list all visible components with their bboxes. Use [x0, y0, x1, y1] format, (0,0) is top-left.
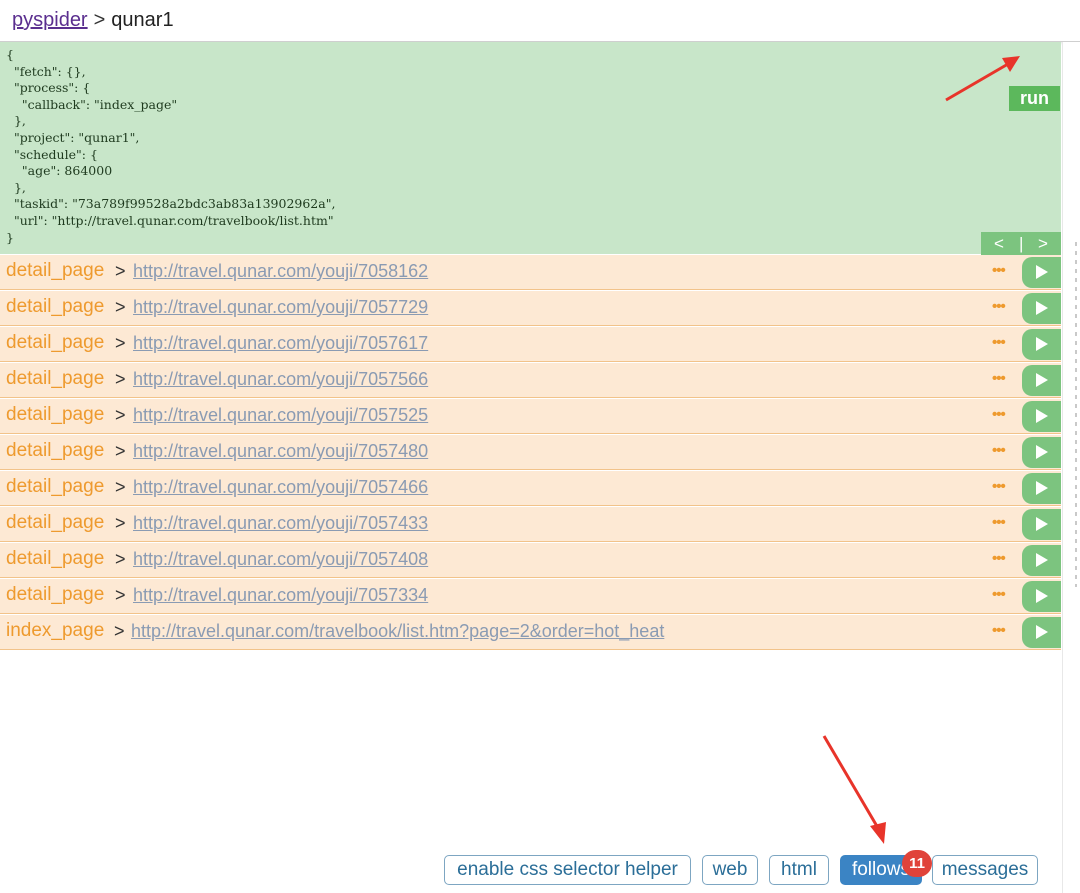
follow-url-link[interactable]: http://travel.qunar.com/youji/7057480 — [133, 441, 428, 462]
ellipsis-icon[interactable]: ••• — [992, 550, 1006, 567]
ellipsis-icon[interactable]: ••• — [992, 370, 1006, 387]
follow-callback: detail_page — [6, 584, 105, 605]
play-icon[interactable] — [1022, 509, 1061, 540]
follow-row: detail_page > http://travel.qunar.com/yo… — [0, 291, 1061, 326]
breadcrumb-separator: > — [93, 9, 106, 31]
follow-row: detail_page > http://travel.qunar.com/yo… — [0, 327, 1061, 362]
ellipsis-icon[interactable]: ••• — [992, 586, 1006, 603]
play-icon[interactable] — [1022, 473, 1061, 504]
line-number-gutter — [1075, 242, 1077, 587]
tab-html[interactable]: html — [769, 855, 829, 885]
ellipsis-icon[interactable]: ••• — [992, 298, 1006, 315]
follow-callback: detail_page — [6, 404, 105, 425]
pager-prev-button[interactable]: < — [994, 234, 1004, 254]
play-icon[interactable] — [1022, 365, 1061, 396]
follow-row: detail_page > http://travel.qunar.com/yo… — [0, 507, 1061, 542]
follow-callback: detail_page — [6, 368, 105, 389]
follow-url-link[interactable]: http://travel.qunar.com/youji/7057408 — [133, 549, 428, 570]
follow-separator: > — [115, 477, 126, 497]
follow-callback: detail_page — [6, 332, 105, 353]
follow-callback: detail_page — [6, 260, 105, 281]
follow-separator: > — [115, 369, 126, 389]
css-selector-helper-button[interactable]: enable css selector helper — [444, 855, 691, 885]
play-icon[interactable] — [1022, 401, 1061, 432]
follow-callback: detail_page — [6, 512, 105, 533]
ellipsis-icon[interactable]: ••• — [992, 442, 1006, 459]
header: pyspider > qunar1 — [0, 0, 1080, 42]
follow-separator: > — [115, 297, 126, 317]
play-icon[interactable] — [1022, 293, 1061, 324]
follow-separator: > — [115, 513, 126, 533]
follow-row: detail_page > http://travel.qunar.com/yo… — [0, 399, 1061, 434]
pager: < | > — [981, 232, 1061, 255]
play-icon[interactable] — [1022, 437, 1061, 468]
play-icon[interactable] — [1022, 329, 1061, 360]
tab-messages[interactable]: messages — [932, 855, 1038, 885]
pager-divider: | — [1019, 234, 1024, 253]
run-button[interactable]: run — [1009, 86, 1060, 111]
task-panel: { "fetch": {}, "process": { "callback": … — [0, 42, 1061, 254]
bottom-tab-bar: enable css selector helper web html foll… — [0, 850, 1062, 893]
play-icon[interactable] — [1022, 617, 1061, 648]
ellipsis-icon[interactable]: ••• — [992, 334, 1006, 351]
follow-callback: detail_page — [6, 548, 105, 569]
play-icon[interactable] — [1022, 257, 1061, 288]
follow-row: detail_page > http://travel.qunar.com/yo… — [0, 579, 1061, 614]
play-icon[interactable] — [1022, 545, 1061, 576]
follow-row: detail_page > http://travel.qunar.com/yo… — [0, 435, 1061, 470]
follow-callback: detail_page — [6, 440, 105, 461]
breadcrumb-link-pyspider[interactable]: pyspider — [12, 9, 88, 31]
follow-separator: > — [115, 333, 126, 353]
follow-row: detail_page > http://travel.qunar.com/yo… — [0, 471, 1061, 506]
follow-row: detail_page > http://travel.qunar.com/yo… — [0, 255, 1061, 290]
follow-separator: > — [115, 441, 126, 461]
follow-url-link[interactable]: http://travel.qunar.com/youji/7058162 — [133, 261, 428, 282]
ellipsis-icon[interactable]: ••• — [992, 262, 1006, 279]
breadcrumb: pyspider > qunar1 — [12, 9, 174, 32]
follow-separator: > — [115, 405, 126, 425]
pager-next-button[interactable]: > — [1038, 234, 1048, 254]
follow-url-link[interactable]: http://travel.qunar.com/youji/7057729 — [133, 297, 428, 318]
arrow-icon — [822, 735, 886, 844]
follow-url-link[interactable]: http://travel.qunar.com/youji/7057525 — [133, 405, 428, 426]
follow-url-link[interactable]: http://travel.qunar.com/youji/7057433 — [133, 513, 428, 534]
follow-row: detail_page > http://travel.qunar.com/yo… — [0, 363, 1061, 398]
follow-url-link[interactable]: http://travel.qunar.com/youji/7057617 — [133, 333, 428, 354]
play-icon[interactable] — [1022, 581, 1061, 612]
follow-separator: > — [114, 621, 125, 641]
ellipsis-icon[interactable]: ••• — [992, 622, 1006, 639]
follows-count-badge: 11 — [902, 850, 932, 877]
follow-url-link[interactable]: http://travel.qunar.com/youji/7057566 — [133, 369, 428, 390]
follow-url-link[interactable]: http://travel.qunar.com/youji/7057334 — [133, 585, 428, 606]
scrollbar-track[interactable] — [1062, 42, 1080, 893]
follow-row: index_page > http://travel.qunar.com/tra… — [0, 615, 1061, 650]
follow-callback: detail_page — [6, 476, 105, 497]
follow-row: detail_page > http://travel.qunar.com/yo… — [0, 543, 1061, 578]
task-json: { "fetch": {}, "process": { "callback": … — [6, 47, 336, 245]
ellipsis-icon[interactable]: ••• — [992, 406, 1006, 423]
follow-separator: > — [115, 261, 126, 281]
follow-url-link[interactable]: http://travel.qunar.com/youji/7057466 — [133, 477, 428, 498]
follow-separator: > — [115, 549, 126, 569]
follow-callback: detail_page — [6, 296, 105, 317]
follow-separator: > — [115, 585, 126, 605]
breadcrumb-project: qunar1 — [111, 9, 174, 31]
follow-callback: index_page — [6, 620, 105, 641]
tab-web[interactable]: web — [702, 855, 758, 885]
ellipsis-icon[interactable]: ••• — [992, 478, 1006, 495]
follow-url-link[interactable]: http://travel.qunar.com/travelbook/list.… — [131, 621, 664, 642]
ellipsis-icon[interactable]: ••• — [992, 514, 1006, 531]
